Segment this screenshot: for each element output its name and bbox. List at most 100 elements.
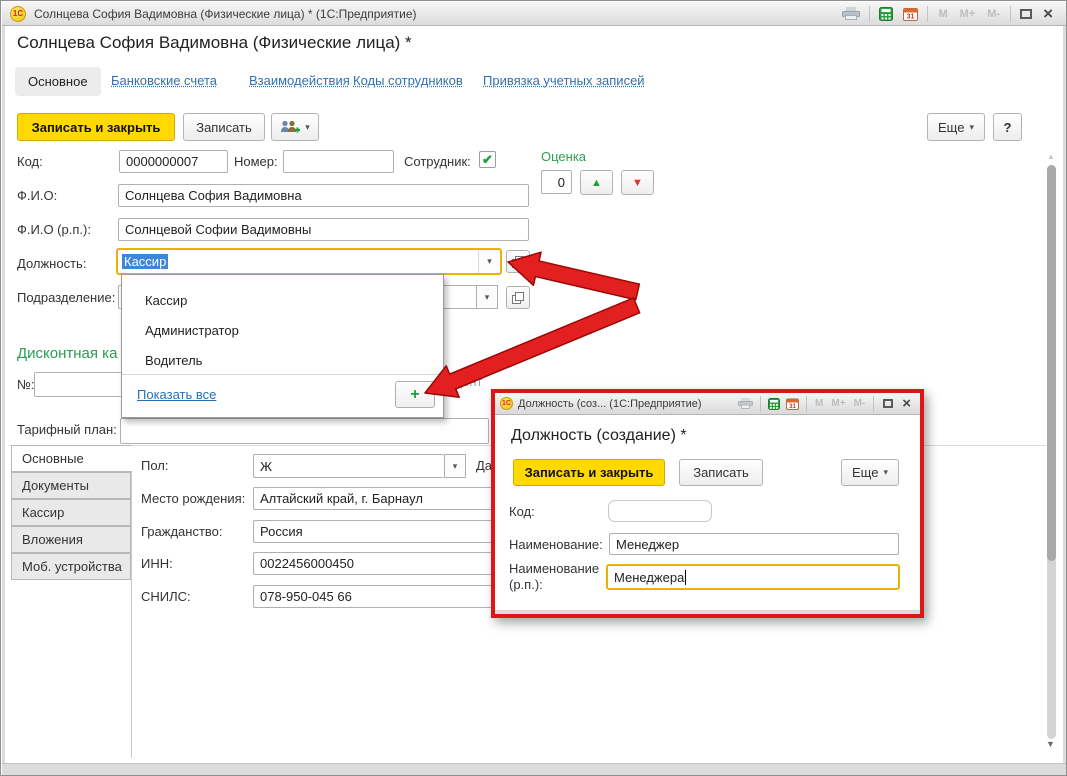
fio-rp-input[interactable]: Солнцевой Софии Вадимовны <box>118 218 529 241</box>
employee-checkbox[interactable]: ✔ <box>479 151 496 168</box>
calendar-icon[interactable]: 31 <box>783 394 802 414</box>
scrollbar-thumb[interactable] <box>1047 165 1056 561</box>
position-create-window-highlight: 1С Должность (соз... (1С:Предприятие) 31… <box>491 389 924 618</box>
modal-window-title: Должность (соз... (1С:Предприятие) <box>518 398 735 410</box>
scrollbar-up-button[interactable]: ▲ <box>1047 152 1055 161</box>
position-combobox[interactable]: Кассир ▾ <box>116 248 502 275</box>
position-dropdown-list: Кассир Администратор Водитель Показать в… <box>121 274 444 418</box>
department-dropdown-button[interactable]: ▾ <box>476 285 498 309</box>
number-input[interactable] <box>283 150 394 173</box>
printer-icon[interactable] <box>837 4 865 24</box>
scrollbar-track[interactable] <box>1047 553 1056 739</box>
side-tab-cashier[interactable]: Кассир <box>11 499 131 526</box>
snils-input[interactable]: 078-950-045 66 <box>253 585 493 608</box>
tariff-plan-input[interactable] <box>120 418 489 444</box>
titlebar-separator <box>873 396 874 412</box>
calendar-icon[interactable]: 31 <box>898 4 923 24</box>
modal-name-rp-label: Наименование (р.п.): <box>509 561 601 593</box>
rating-up-button[interactable]: ▲ <box>580 170 613 195</box>
position-label: Должность: <box>17 256 86 271</box>
dropdown-item-administrator[interactable]: Администратор <box>122 315 443 345</box>
gender-input[interactable]: Ж <box>253 454 444 478</box>
citizenship-input[interactable]: Россия <box>253 520 493 543</box>
side-tab-documents[interactable]: Документы <box>11 472 131 499</box>
window-frame <box>2 26 5 764</box>
employee-label: Сотрудник: <box>404 154 471 169</box>
modal-code-input[interactable] <box>608 500 712 522</box>
side-tab-attachments[interactable]: Вложения <box>11 526 131 553</box>
close-button[interactable]: × <box>898 396 915 411</box>
calculator-icon[interactable] <box>765 394 783 414</box>
citizenship-label: Гражданство: <box>141 524 223 539</box>
memory-plus-button[interactable]: M+ <box>827 398 849 409</box>
more-button-label: Еще <box>938 120 964 135</box>
help-button[interactable]: ? <box>993 113 1022 141</box>
1c-logo-icon: 1С <box>500 397 513 410</box>
memory-recall-button[interactable]: M <box>932 8 953 20</box>
close-button[interactable]: × <box>1037 5 1059 22</box>
department-open-button[interactable] <box>506 286 530 309</box>
position-dropdown-button[interactable]: ▾ <box>478 250 500 273</box>
code-label: Код: <box>17 154 43 169</box>
memory-plus-button[interactable]: M+ <box>954 8 982 20</box>
code-input[interactable]: 0000000007 <box>119 150 228 173</box>
tab-main[interactable]: Основное <box>15 67 101 96</box>
titlebar-separator <box>927 6 928 22</box>
birth-place-input[interactable]: Алтайский край, г. Барнаул <box>253 487 493 510</box>
tariff-plan-label: Тарифный план: <box>17 422 117 437</box>
tab-account-links[interactable]: Привязка учетных записей <box>483 73 645 88</box>
more-button[interactable]: Еще ▾ <box>927 113 985 141</box>
create-new-button[interactable]: + <box>395 381 435 408</box>
dropdown-item-driver[interactable]: Водитель <box>122 345 443 375</box>
rating-down-button[interactable]: ▼ <box>621 170 654 195</box>
modal-name-rp-input[interactable]: Менеджера <box>606 564 900 590</box>
titlebar-separator <box>1010 6 1011 22</box>
birth-place-label: Место рождения: <box>141 491 245 506</box>
position-selected-text: Кассир <box>122 254 168 269</box>
number-label: Номер: <box>234 154 278 169</box>
rating-input[interactable]: 0 <box>541 170 572 194</box>
memory-minus-button[interactable]: M- <box>981 8 1006 20</box>
window-title: Солнцева София Вадимовна (Физические лиц… <box>34 7 837 21</box>
position-open-button[interactable] <box>506 250 530 273</box>
modal-save-close-button[interactable]: Записать и закрыть <box>513 459 665 486</box>
side-tab-mobile-devices[interactable]: Моб. устройства <box>11 553 131 580</box>
rating-label: Оценка <box>541 149 586 164</box>
maximize-button[interactable] <box>1015 4 1037 24</box>
gender-dropdown-button[interactable]: ▾ <box>444 454 466 478</box>
position-input[interactable]: Кассир <box>118 250 478 273</box>
modal-body: Должность (создание) * Записать и закрыт… <box>495 415 920 610</box>
tab-bank-accounts[interactable]: Банковские счета <box>111 73 217 88</box>
modal-name-label: Наименование: <box>509 537 603 552</box>
open-form-icon <box>512 256 524 268</box>
inn-input[interactable]: 0022456000450 <box>253 552 493 575</box>
show-all-link[interactable]: Показать все <box>137 387 216 402</box>
save-close-button[interactable]: Записать и закрыть <box>17 113 175 141</box>
modal-titlebar: 1С Должность (соз... (1С:Предприятие) 31… <box>495 393 920 415</box>
maximize-button[interactable] <box>878 394 898 414</box>
window-frame <box>2 763 1067 776</box>
calculator-icon[interactable] <box>874 4 898 24</box>
side-tab-main[interactable]: Основные <box>11 445 132 472</box>
dropdown-item-cashier[interactable]: Кассир <box>122 285 443 315</box>
printer-icon[interactable] <box>735 394 756 414</box>
memory-minus-button[interactable]: M- <box>850 398 870 409</box>
discount-card-header: Дисконтная ка <box>17 345 117 362</box>
save-button[interactable]: Записать <box>183 113 265 141</box>
modal-more-button[interactable]: Еще ▾ <box>841 459 899 486</box>
scrollbar-down-button[interactable]: ▼ <box>1046 739 1055 749</box>
memory-recall-button[interactable]: M <box>811 398 827 409</box>
text-cursor <box>685 570 686 585</box>
open-form-icon <box>512 292 524 304</box>
down-arrow-icon: ▼ <box>632 177 643 189</box>
modal-name-input[interactable]: Менеджер <box>609 533 899 555</box>
tab-panel-divider <box>131 445 132 758</box>
tab-employee-codes[interactable]: Коды сотрудников <box>353 73 463 88</box>
titlebar-separator <box>869 6 870 22</box>
fio-input[interactable]: Солнцева София Вадимовна <box>118 184 529 207</box>
plus-icon: + <box>410 386 419 404</box>
modal-save-button[interactable]: Записать <box>679 459 763 486</box>
tab-interactions[interactable]: Взаимодействия <box>249 73 350 88</box>
app-window: 1С Солнцева София Вадимовна (Физические … <box>0 0 1067 776</box>
add-person-button[interactable]: ▾ <box>271 113 319 141</box>
